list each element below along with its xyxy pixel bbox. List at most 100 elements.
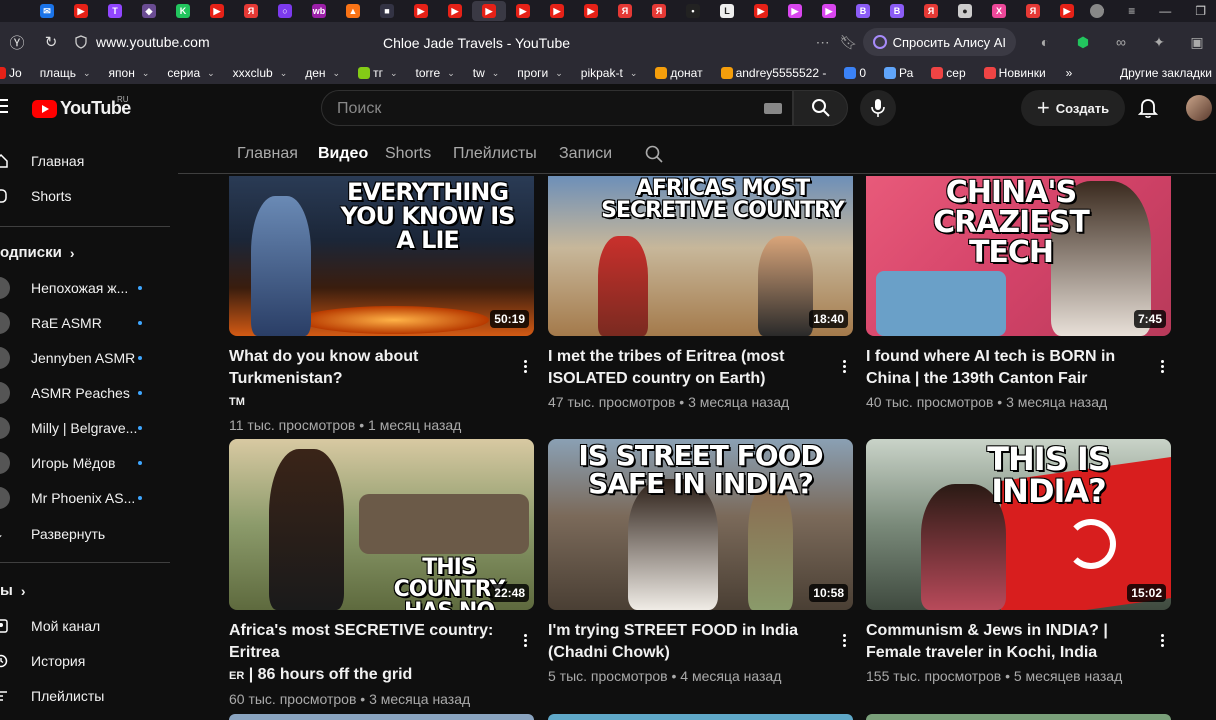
- browser-tab[interactable]: ■: [370, 1, 404, 21]
- yandex-home-icon[interactable]: Ⓨ: [0, 32, 34, 53]
- bookmark-item[interactable]: pikpak-t ⌄: [581, 66, 638, 80]
- sidebar-item-subscription[interactable]: Непохожая ж...: [0, 273, 170, 303]
- bookmark-item[interactable]: xxxclub ⌄: [233, 66, 288, 80]
- video-thumbnail[interactable]: THIS IS INDIA? 15:02: [866, 439, 1171, 610]
- browser-tab[interactable]: ▶: [778, 1, 812, 21]
- sidebar-item-shorts[interactable]: Shorts: [0, 181, 170, 211]
- bookmark-item[interactable]: Jo: [0, 66, 22, 80]
- menu-icon[interactable]: ≡: [1128, 4, 1135, 18]
- browser-tab[interactable]: B: [880, 1, 914, 21]
- bookmarks-more-button[interactable]: »: [1066, 66, 1073, 80]
- browser-tab[interactable]: ▶: [744, 1, 778, 21]
- browser-tab[interactable]: Я: [642, 1, 676, 21]
- video-menu-icon[interactable]: [524, 634, 528, 647]
- video-menu-icon[interactable]: [843, 634, 847, 647]
- ask-alice-button[interactable]: Спросить Алису AI: [862, 28, 1016, 56]
- bookmark-item[interactable]: Новинки: [983, 66, 1046, 80]
- browser-tab[interactable]: ▶: [506, 1, 540, 21]
- video-thumbnail[interactable]: EVERYTHING YOU KNOW IS A LIE 50:19: [229, 176, 534, 336]
- subscriptions-header[interactable]: одписки ›: [0, 244, 75, 261]
- browser-tab[interactable]: ▶: [200, 1, 234, 21]
- sidebar-item-my-channel[interactable]: Мой канал: [0, 611, 170, 641]
- sidebar-item-subscription[interactable]: Milly | Belgrave...: [0, 413, 170, 443]
- browser-tab[interactable]: ▶: [1050, 1, 1084, 21]
- bookmark-item[interactable]: andrey5555522 -: [720, 66, 826, 80]
- bookmark-item[interactable]: ден ⌄: [305, 66, 340, 80]
- other-bookmarks[interactable]: Другие закладки: [1120, 66, 1212, 80]
- bookmark-item[interactable]: torre ⌄: [416, 66, 455, 80]
- sidebar-item-history[interactable]: История: [0, 646, 170, 676]
- voice-search-button[interactable]: [860, 90, 896, 126]
- browser-tab[interactable]: ○: [268, 1, 302, 21]
- browser-tab[interactable]: ▶: [64, 1, 98, 21]
- video-menu-icon[interactable]: [1161, 360, 1165, 373]
- browser-tab[interactable]: ◆: [132, 1, 166, 21]
- browser-tab[interactable]: ▶: [472, 1, 506, 21]
- browser-tab[interactable]: Я: [608, 1, 642, 21]
- sidebar-item-home[interactable]: Главная: [0, 146, 170, 176]
- browser-tab[interactable]: ✉: [30, 1, 64, 21]
- video-thumbnail[interactable]: IS STREET FOOD SAFE IN INDIA? 10:58: [548, 439, 853, 610]
- keyboard-icon[interactable]: [764, 103, 782, 114]
- video-menu-icon[interactable]: [1161, 634, 1165, 647]
- video-title[interactable]: Communism & Jews in INDIA? | Female trav…: [866, 620, 1171, 664]
- browser-tab[interactable]: K: [166, 1, 200, 21]
- sidebar-item-expand[interactable]: ⌄ Развернуть: [0, 519, 170, 549]
- browser-tab[interactable]: Я: [234, 1, 268, 21]
- video-thumbnail[interactable]: AFRICAS MOST SECRETIVE COUNTRY 18:40: [548, 176, 853, 336]
- video-menu-icon[interactable]: [524, 360, 528, 373]
- browser-tab[interactable]: ▶: [574, 1, 608, 21]
- video-card[interactable]: THIS COUNTRY HAS NO INTERNET 22:48 Afric…: [229, 439, 534, 707]
- tab-shorts[interactable]: Shorts: [385, 145, 431, 163]
- user-avatar[interactable]: [1186, 95, 1212, 121]
- video-title[interactable]: What do you know about Turkmenistan? TM: [229, 346, 534, 413]
- browser-tab[interactable]: ▶: [404, 1, 438, 21]
- video-thumbnail-partial[interactable]: [866, 714, 1171, 720]
- tab-videos[interactable]: Видео: [318, 145, 368, 163]
- bookmark-item[interactable]: tw ⌄: [473, 66, 500, 80]
- puzzle-ext-icon[interactable]: ✦: [1140, 34, 1178, 51]
- sidebar-item-subscription[interactable]: ASMR Peaches: [0, 378, 170, 408]
- sidebar-item-playlists[interactable]: Плейлисты: [0, 681, 170, 711]
- sidebar-item-subscription[interactable]: Игорь Мёдов: [0, 448, 170, 478]
- search-button[interactable]: [793, 90, 848, 126]
- more-icon[interactable]: ⋯: [811, 34, 835, 51]
- video-title[interactable]: I found where AI tech is BORN in China |…: [866, 346, 1171, 390]
- video-thumbnail-partial[interactable]: [229, 714, 534, 720]
- video-title[interactable]: Africa's most SECRETIVE country: Eritrea…: [229, 620, 534, 687]
- maximize-icon[interactable]: ❐: [1195, 4, 1206, 18]
- glasses-ext-icon[interactable]: ∞: [1102, 34, 1140, 50]
- browser-tab[interactable]: Я: [914, 1, 948, 21]
- sidebar-item-subscription[interactable]: Mr Phoenix AS...: [0, 483, 170, 513]
- you-section-header[interactable]: ы ›: [0, 582, 25, 599]
- browser-tab[interactable]: L: [710, 1, 744, 21]
- video-card[interactable]: THIS IS INDIA? 15:02 Communism & Jews in…: [866, 439, 1171, 684]
- tab-home[interactable]: Главная: [237, 145, 298, 163]
- bookmark-icon[interactable]: 🔖︎: [835, 34, 863, 51]
- browser-tab[interactable]: ●: [948, 1, 982, 21]
- browser-tab[interactable]: Я: [1016, 1, 1050, 21]
- tab-playlists[interactable]: Плейлисты: [453, 145, 537, 163]
- create-button[interactable]: + Создать: [1021, 90, 1125, 126]
- video-thumbnail[interactable]: CHINA'S CRAZIEST TECH 7:45: [866, 176, 1171, 336]
- browser-tab[interactable]: T: [98, 1, 132, 21]
- video-title[interactable]: I met the tribes of Eritrea (most ISOLAT…: [548, 346, 853, 390]
- video-card[interactable]: IS STREET FOOD SAFE IN INDIA? 10:58 I'm …: [548, 439, 853, 684]
- browser-tab[interactable]: ▶: [540, 1, 574, 21]
- screenshot-ext-icon[interactable]: ▣: [1178, 34, 1216, 51]
- browser-tab[interactable]: wb: [302, 1, 336, 21]
- browser-tab[interactable]: ▶: [812, 1, 846, 21]
- notifications-bell-icon[interactable]: [1138, 97, 1158, 119]
- bookmark-item[interactable]: донат: [655, 66, 703, 80]
- bookmark-item[interactable]: 0: [844, 66, 866, 80]
- translate-ext-icon[interactable]: ◐: [1026, 34, 1064, 50]
- sidebar-item-subscription[interactable]: RaE ASMR: [0, 308, 170, 338]
- video-menu-icon[interactable]: [843, 360, 847, 373]
- bookmark-item[interactable]: проги ⌄: [517, 66, 562, 80]
- bookmark-item[interactable]: япон ⌄: [109, 66, 150, 80]
- sidebar-item-subscription[interactable]: Jennyben ASMR: [0, 343, 170, 373]
- browser-tab[interactable]: ▶: [438, 1, 472, 21]
- profile-icon[interactable]: [1090, 4, 1105, 18]
- youtube-logo[interactable]: YouTube RU: [32, 95, 131, 119]
- video-card[interactable]: CHINA'S CRAZIEST TECH 7:45 I found where…: [866, 176, 1171, 410]
